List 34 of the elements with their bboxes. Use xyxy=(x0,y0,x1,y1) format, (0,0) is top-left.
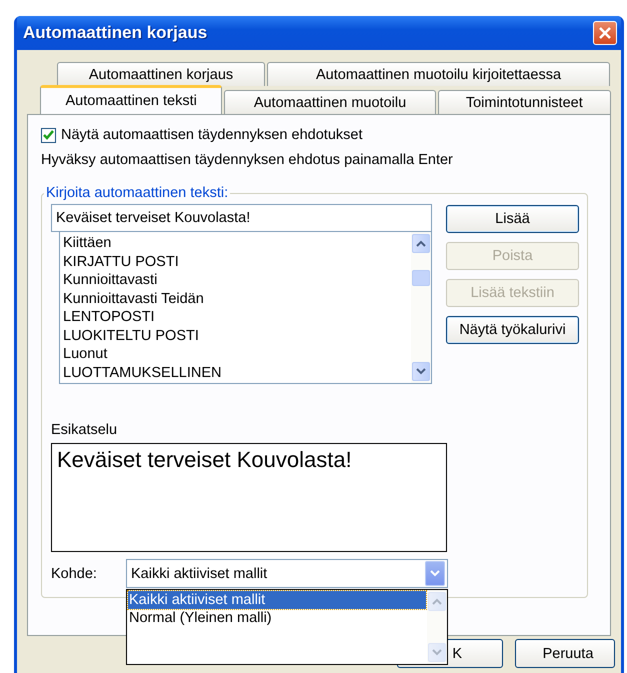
action-button[interactable]: Näytä työkalurivi xyxy=(446,316,579,344)
list-item[interactable]: Kiittäen xyxy=(63,234,408,252)
tab[interactable]: Automaattinen muotoilu xyxy=(224,90,436,114)
dropdown-option[interactable]: Normal (Yleinen malli) xyxy=(128,609,426,627)
dropdown-option[interactable]: Kaikki aktiiviset mallit xyxy=(128,591,426,609)
group-label: Kirjoita automaattinen teksti: xyxy=(44,185,230,201)
checkbox[interactable] xyxy=(41,128,56,142)
scroll-bar[interactable] xyxy=(411,232,431,383)
dialog-button[interactable]: Peruuta xyxy=(515,639,615,668)
target-dropdown[interactable]: Kaikki aktiiviset mallit xyxy=(126,559,448,588)
list-item[interactable]: Luonut xyxy=(63,345,408,364)
tab[interactable]: Automaattinen muotoilu kirjoitettaessa xyxy=(267,62,610,86)
preview-label: Esikatselu xyxy=(51,422,118,438)
list-item[interactable]: Kunnioittavasti Teidän xyxy=(63,290,408,308)
dropdown-value: Kaikki aktiiviset mallit xyxy=(131,566,268,582)
close-icon xyxy=(598,26,612,40)
input-field[interactable]: Keväiset terveiset Kouvolasta! xyxy=(51,204,432,232)
list-item[interactable]: Kunnioittavasti xyxy=(63,271,408,290)
list-item[interactable]: KIRJATTU POSTI xyxy=(63,252,408,271)
scroll-bar[interactable] xyxy=(427,590,447,664)
target-label: Kohde: xyxy=(51,566,98,582)
close-button[interactable] xyxy=(593,21,617,45)
tab[interactable]: Automaattinen korjaus xyxy=(57,62,265,86)
list-item[interactable]: LENTOPOSTI xyxy=(63,308,408,326)
tab[interactable]: Toimintotunnisteet xyxy=(438,90,611,114)
scroll-thumb[interactable] xyxy=(412,270,430,286)
hint-text: Hyväksy automaattisen täydennyksen ehdotus painamalla Enter xyxy=(41,152,454,168)
list-item[interactable]: LUOTTAMUKSELLINEN xyxy=(63,364,408,382)
preview-text: Keväiset terveiset Kouvolasta! xyxy=(57,447,352,472)
action-button[interactable]: Lisää xyxy=(446,205,579,233)
list-item[interactable]: LUOKITELTU POSTI xyxy=(63,326,408,345)
checkbox-label[interactable]: Näytä automaattisen täydennyksen ehdotukset xyxy=(61,127,362,143)
window-title: Automaattinen korjaus xyxy=(23,23,208,43)
tab[interactable]: Automaattinen teksti xyxy=(40,85,222,114)
